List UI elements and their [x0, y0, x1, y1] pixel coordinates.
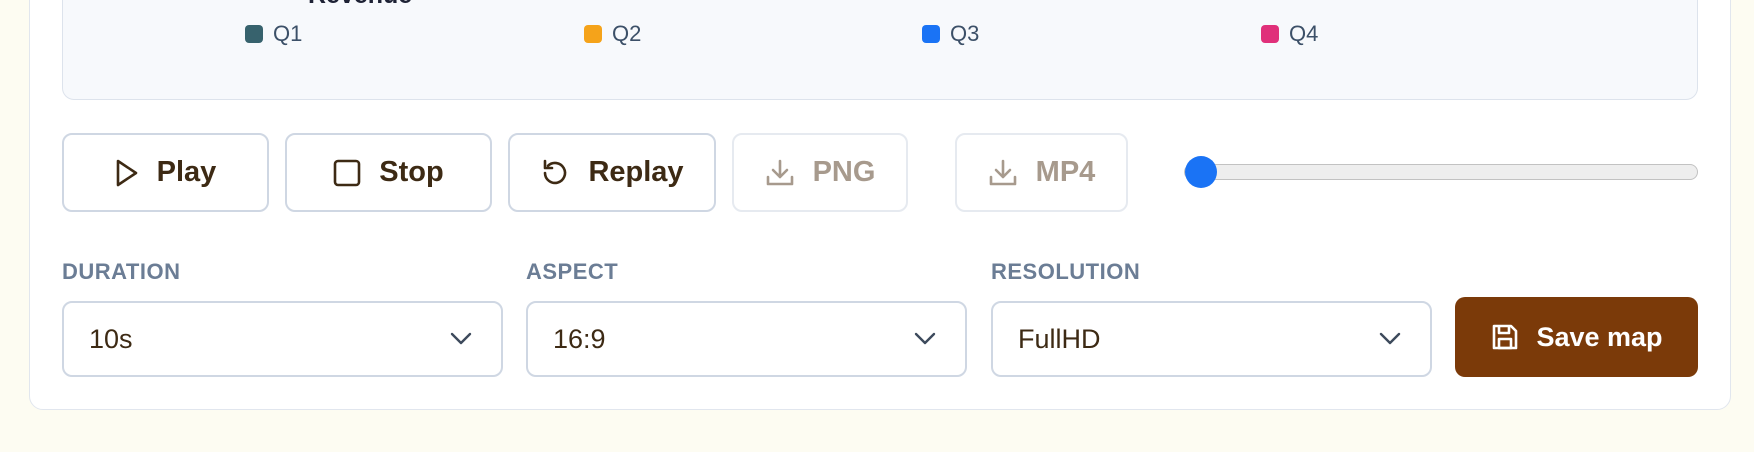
- chart-title: Revenue: [308, 0, 412, 10]
- save-icon: [1493, 324, 1518, 350]
- play-button-label: Play: [156, 156, 217, 188]
- replay-icon: [544, 159, 567, 184]
- legend-item-q4: Q4: [1261, 21, 1318, 47]
- replay-button-label: Replay: [588, 156, 684, 188]
- duration-select[interactable]: 10s: [62, 301, 503, 377]
- timeline-slider[interactable]: [1184, 155, 1698, 189]
- legend-item-q1: Q1: [245, 21, 302, 47]
- chevron-down-icon: [450, 332, 472, 345]
- aspect-select[interactable]: 16:9: [526, 301, 967, 377]
- slider-track[interactable]: [1184, 164, 1698, 180]
- duration-label: DURATION: [62, 259, 181, 284]
- stop-button[interactable]: Stop: [285, 133, 492, 212]
- aspect-value: 16:9: [553, 324, 606, 354]
- chart-panel: Revenue Q1 Q2 Q3 Q4: [62, 0, 1698, 100]
- download-icon: [989, 159, 1016, 185]
- resolution-label: RESOLUTION: [991, 259, 1141, 284]
- legend-label: Q2: [612, 21, 642, 46]
- legend-swatch-q3: [922, 25, 940, 43]
- duration-value: 10s: [89, 324, 133, 354]
- slider-thumb[interactable]: [1185, 156, 1217, 188]
- png-export-button[interactable]: PNG: [732, 133, 908, 212]
- stop-button-label: Stop: [379, 156, 444, 188]
- play-icon: [116, 159, 137, 186]
- chevron-down-icon: [1379, 332, 1401, 345]
- save-map-button[interactable]: Save map: [1455, 297, 1698, 377]
- replay-button[interactable]: Replay: [508, 133, 716, 212]
- legend-label: Q3: [950, 21, 980, 46]
- play-button[interactable]: Play: [62, 133, 269, 212]
- legend-swatch-q1: [245, 25, 263, 43]
- legend-label: Q1: [273, 21, 303, 46]
- download-icon: [766, 159, 793, 185]
- aspect-label: ASPECT: [526, 259, 619, 284]
- mp4-export-label: MP4: [1035, 156, 1096, 188]
- legend-swatch-q2: [584, 25, 602, 43]
- resolution-select[interactable]: FullHD: [991, 301, 1432, 377]
- legend-label: Q4: [1289, 21, 1319, 46]
- mp4-export-button[interactable]: MP4: [955, 133, 1128, 212]
- legend-item-q2: Q2: [584, 21, 641, 47]
- chevron-down-icon: [914, 332, 936, 345]
- legend-swatch-q4: [1261, 25, 1279, 43]
- legend-item-q3: Q3: [922, 21, 979, 47]
- save-map-label: Save map: [1536, 321, 1663, 352]
- resolution-value: FullHD: [1018, 324, 1101, 354]
- stop-icon: [333, 159, 361, 186]
- png-export-label: PNG: [812, 156, 876, 188]
